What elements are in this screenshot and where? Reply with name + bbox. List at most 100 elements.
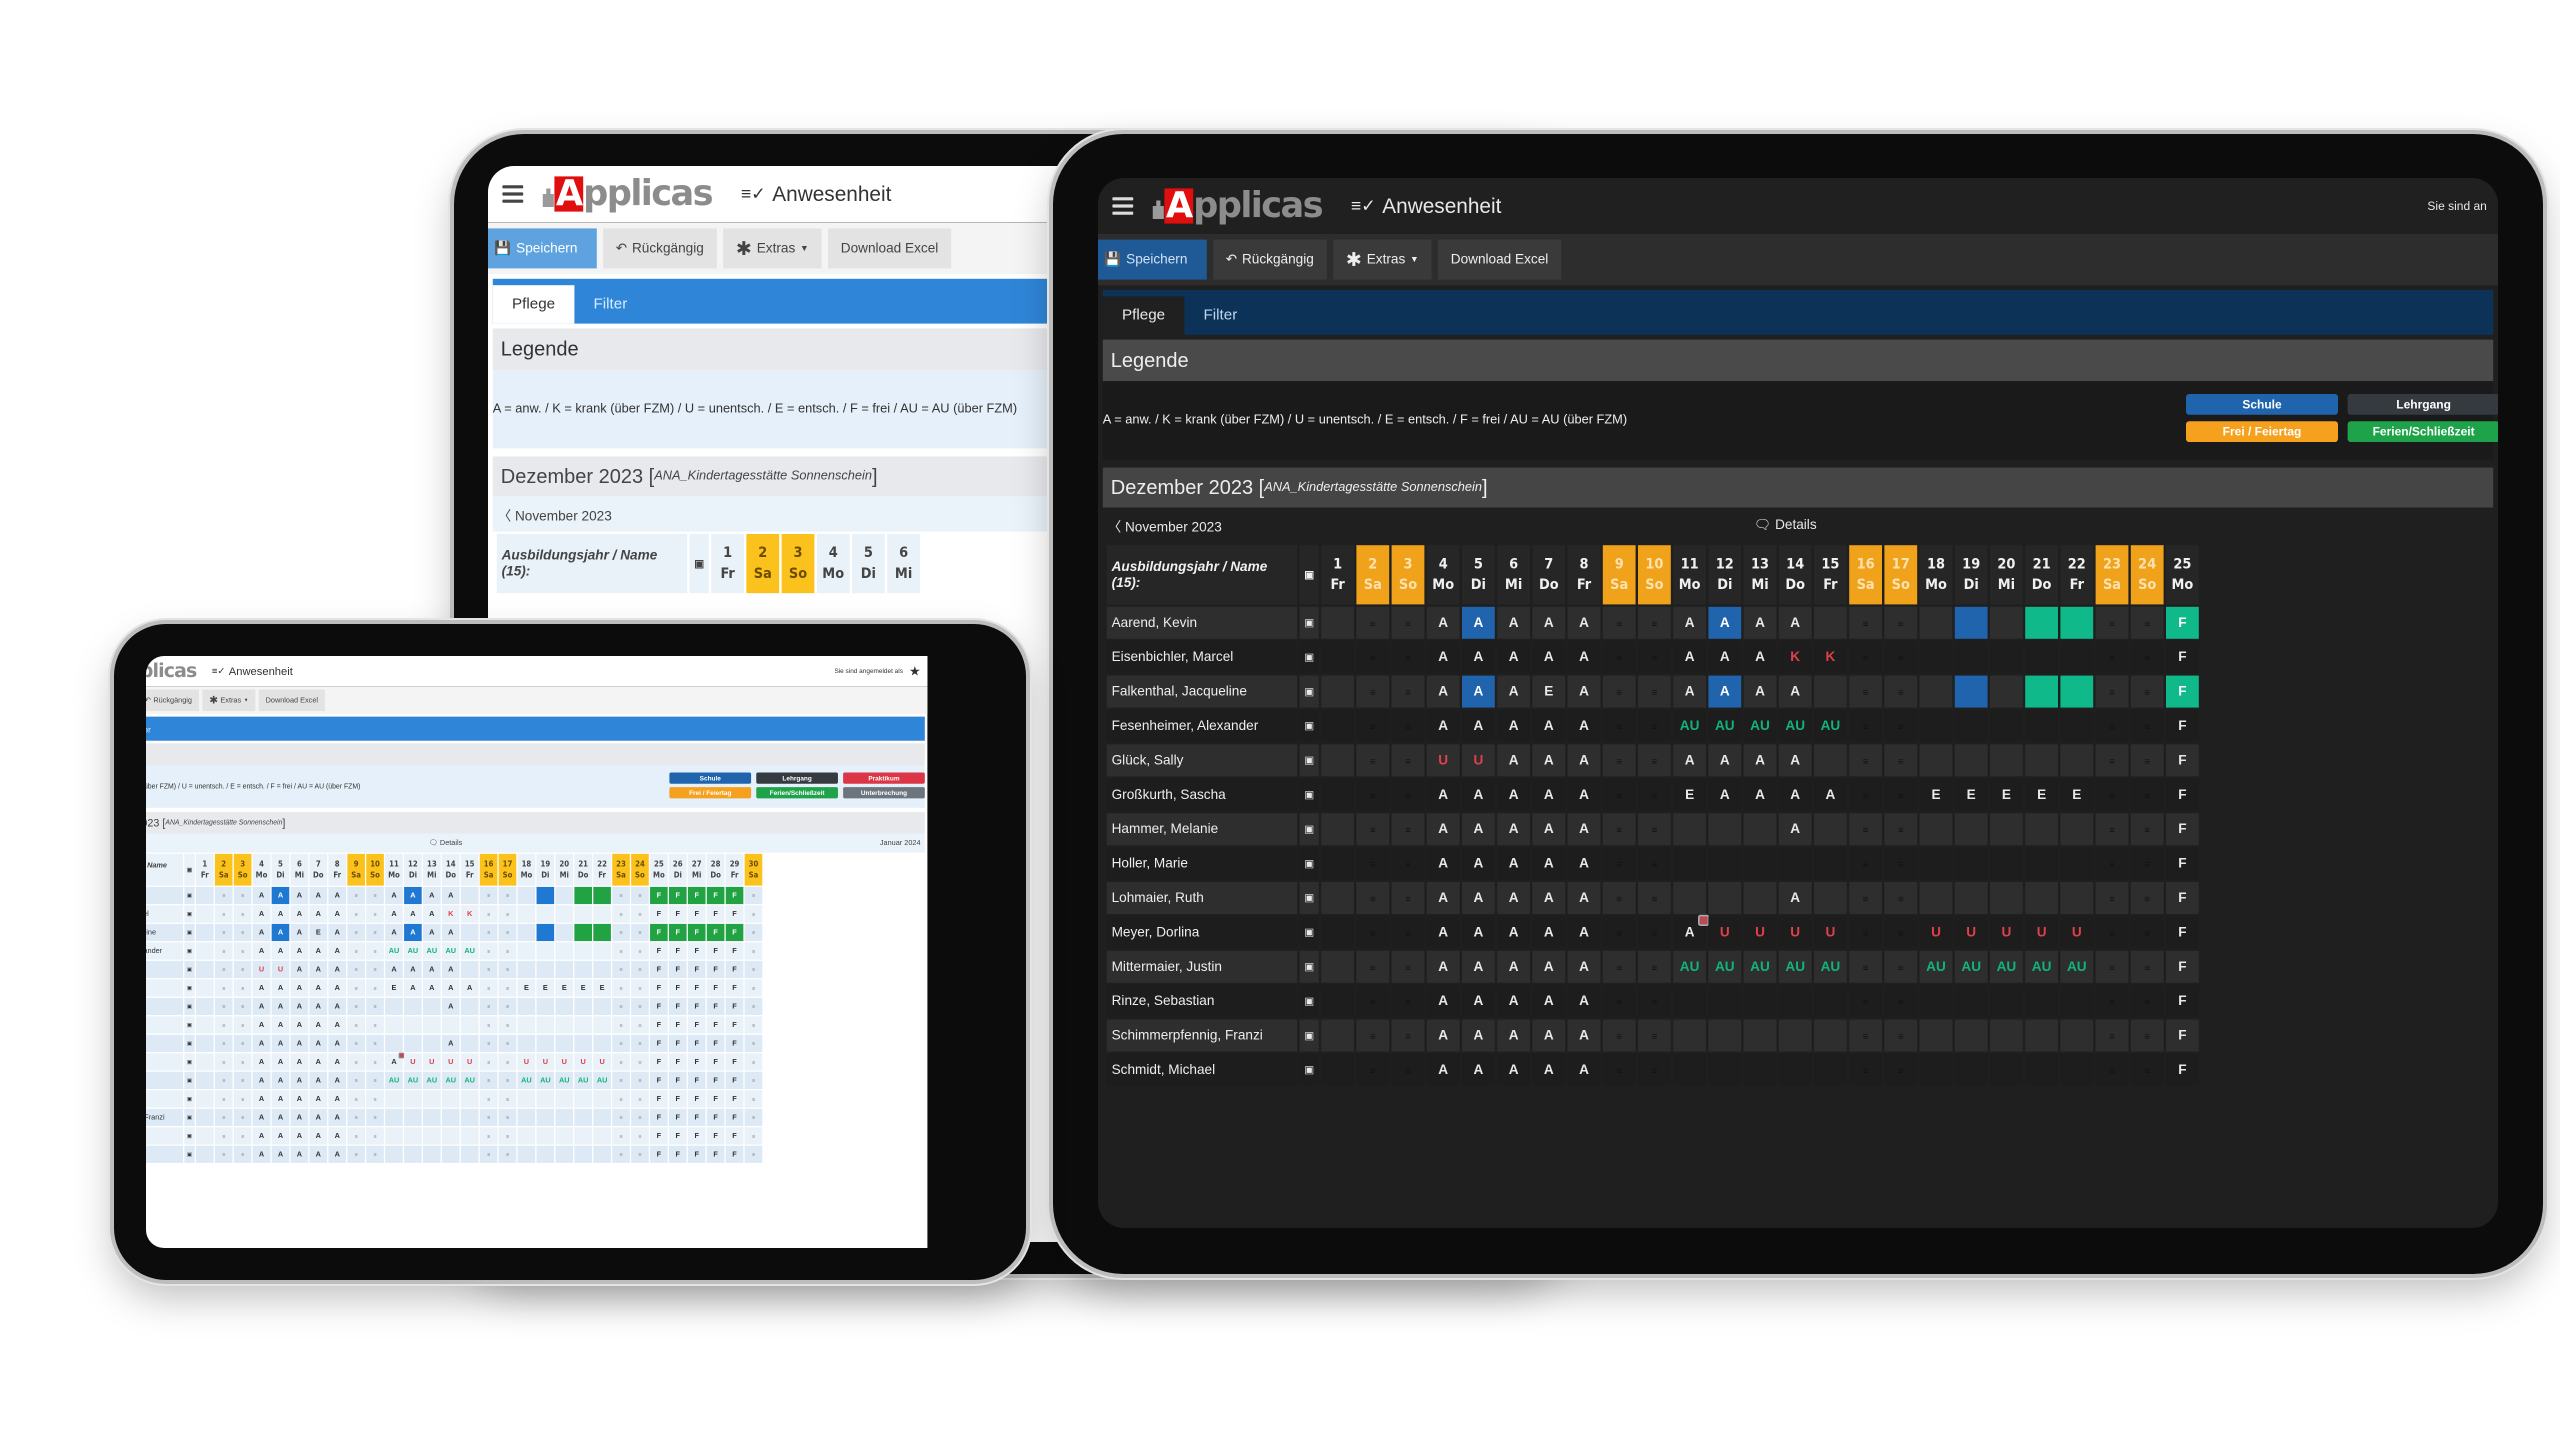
attendance-cell[interactable]: F <box>706 1108 725 1126</box>
attendance-cell[interactable]: F <box>668 1090 687 1108</box>
attendance-cell[interactable]: A <box>1497 813 1530 846</box>
attendance-cell[interactable]: ≡ <box>479 942 498 960</box>
attendance-cell[interactable]: ≡ <box>233 1016 252 1034</box>
attendance-cell[interactable]: ≡ <box>1884 710 1918 742</box>
attendance-cell[interactable]: E <box>2025 778 2058 811</box>
attendance-cell[interactable]: ≡ <box>1638 916 1671 949</box>
attendance-cell[interactable]: F <box>2166 985 2199 1018</box>
attendance-cell[interactable]: F <box>650 1034 668 1053</box>
calendar-icon[interactable]: ▣ <box>184 942 195 960</box>
trainee-name[interactable]: Holler, Marie <box>1106 847 1298 880</box>
attendance-cell[interactable] <box>404 1145 422 1163</box>
attendance-cell[interactable]: ≡ <box>214 1145 233 1163</box>
attendance-cell[interactable]: A <box>1532 641 1566 674</box>
attendance-cell[interactable] <box>574 1090 592 1108</box>
attendance-cell[interactable]: ≡ <box>347 923 365 942</box>
calendar-icon[interactable]: ▣ <box>1299 985 1319 1018</box>
attendance-cell[interactable] <box>1321 606 1354 639</box>
attendance-cell[interactable]: F <box>650 923 668 942</box>
attendance-cell[interactable]: ≡ <box>612 1053 630 1071</box>
attendance-cell[interactable]: A <box>1673 675 1706 708</box>
attendance-cell[interactable]: ≡ <box>1849 847 1882 880</box>
attendance-cell[interactable]: F <box>650 942 668 960</box>
attendance-cell[interactable]: ≡ <box>1602 916 1636 949</box>
attendance-cell[interactable]: ≡ <box>366 960 384 979</box>
attendance-cell[interactable]: ≡ <box>1356 744 1390 777</box>
tab-filter[interactable]: Filter <box>1184 296 1256 334</box>
attendance-cell[interactable]: F <box>706 1034 725 1053</box>
attendance-cell[interactable] <box>1990 847 2023 880</box>
applicas-logo[interactable]: ılı A pplicas <box>541 176 714 212</box>
attendance-cell[interactable]: A <box>252 1108 271 1126</box>
attendance-cell[interactable]: A <box>1462 1019 1495 1052</box>
attendance-cell[interactable]: ≡ <box>1356 813 1390 846</box>
attendance-cell[interactable] <box>1708 1019 1742 1052</box>
attendance-cell[interactable]: ≡ <box>744 997 763 1016</box>
attendance-cell[interactable]: ≡ <box>366 923 384 942</box>
attendance-cell[interactable] <box>574 1016 592 1034</box>
attendance-cell[interactable]: AU <box>1708 710 1742 742</box>
calendar-icon[interactable]: ▣ <box>1299 606 1319 639</box>
attendance-cell[interactable] <box>2060 606 2094 639</box>
attendance-cell[interactable]: ≡ <box>1391 778 1425 811</box>
attendance-cell[interactable]: F <box>650 1016 668 1034</box>
attendance-cell[interactable]: F <box>706 979 725 997</box>
attendance-cell[interactable]: E <box>1532 675 1566 708</box>
attendance-cell[interactable]: ≡ <box>1884 916 1918 949</box>
trainee-name[interactable]: Holler, Marie <box>146 1016 184 1034</box>
attendance-cell[interactable]: F <box>668 942 687 960</box>
attendance-cell[interactable] <box>385 1127 403 1145</box>
attendance-cell[interactable]: A <box>1708 606 1742 639</box>
attendance-cell[interactable]: F <box>650 1108 668 1126</box>
attendance-cell[interactable] <box>1919 985 1953 1018</box>
attendance-cell[interactable] <box>441 1090 460 1108</box>
attendance-cell[interactable]: A <box>1567 675 1601 708</box>
attendance-cell[interactable] <box>517 960 536 979</box>
attendance-cell[interactable] <box>1321 847 1354 880</box>
trainee-name[interactable]: Schmidt, Michael <box>1106 1054 1298 1086</box>
attendance-cell[interactable]: A <box>441 997 460 1016</box>
attendance-cell[interactable] <box>536 886 555 905</box>
attendance-cell[interactable]: ≡ <box>1849 606 1882 639</box>
attendance-cell[interactable] <box>1708 847 1742 880</box>
attendance-cell[interactable] <box>1814 744 1847 777</box>
attendance-cell[interactable]: ≡ <box>233 997 252 1016</box>
attendance-cell[interactable]: A <box>252 1145 271 1163</box>
attendance-cell[interactable]: U <box>1814 916 1847 949</box>
attendance-cell[interactable]: ≡ <box>1638 778 1671 811</box>
attendance-cell[interactable] <box>385 1145 403 1163</box>
trainee-name[interactable]: Schmidt, Michael <box>146 1127 184 1145</box>
attendance-cell[interactable]: U <box>574 1053 592 1071</box>
attendance-cell[interactable]: ≡ <box>347 997 365 1016</box>
attendance-cell[interactable]: ≡ <box>1849 778 1882 811</box>
attendance-cell[interactable]: F <box>706 1016 725 1034</box>
attendance-cell[interactable]: ≡ <box>2095 675 2129 708</box>
attendance-cell[interactable]: U <box>536 1053 555 1071</box>
attendance-cell[interactable]: ≡ <box>744 1016 763 1034</box>
calendar-icon[interactable]: ▣ <box>1299 916 1319 949</box>
attendance-cell[interactable]: ≡ <box>1356 710 1390 742</box>
attendance-cell[interactable]: A <box>290 923 309 942</box>
attendance-cell[interactable]: A <box>290 1071 309 1090</box>
attendance-cell[interactable]: ≡ <box>214 1090 233 1108</box>
attendance-cell[interactable]: A <box>328 1016 347 1034</box>
attendance-cell[interactable]: F <box>668 1016 687 1034</box>
attendance-cell[interactable]: E <box>385 979 403 997</box>
attendance-cell[interactable] <box>1919 847 1953 880</box>
attendance-cell[interactable]: U <box>423 1053 441 1071</box>
attendance-cell[interactable] <box>1954 606 1988 639</box>
attendance-cell[interactable]: A <box>1426 641 1460 674</box>
attendance-cell[interactable] <box>385 1016 403 1034</box>
attendance-cell[interactable]: ≡ <box>2095 916 2129 949</box>
attendance-cell[interactable]: F <box>668 979 687 997</box>
attendance-cell[interactable]: K <box>1778 641 1812 674</box>
attendance-cell[interactable]: A <box>271 1053 290 1071</box>
attendance-cell[interactable] <box>1708 882 1742 914</box>
attendance-cell[interactable]: ≡ <box>366 1016 384 1034</box>
attendance-cell[interactable]: ≡ <box>2095 882 2129 914</box>
attendance-cell[interactable]: ≡ <box>744 1090 763 1108</box>
attendance-cell[interactable] <box>195 886 214 905</box>
attendance-cell[interactable] <box>1919 675 1953 708</box>
attendance-cell[interactable]: ≡ <box>1638 675 1671 708</box>
attendance-cell[interactable]: ≡ <box>214 942 233 960</box>
